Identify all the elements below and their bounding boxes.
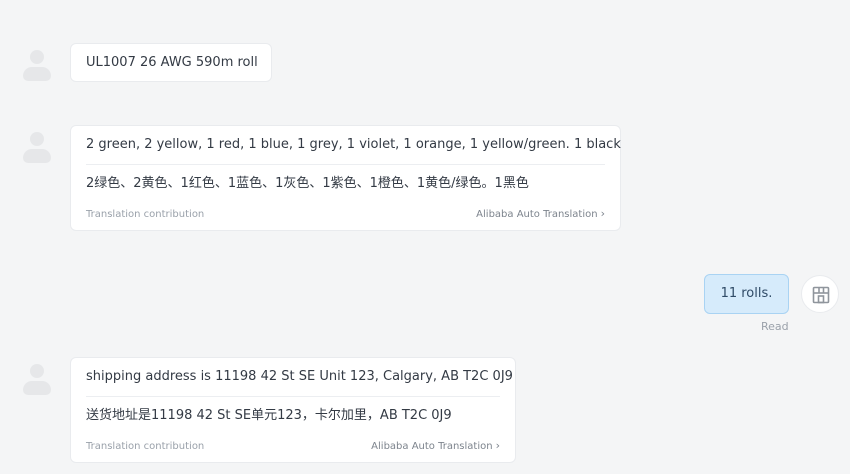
message-bubble-translated: 2 green, 2 yellow, 1 red, 1 blue, 1 grey… <box>70 125 621 231</box>
message-original-text: 2 green, 2 yellow, 1 red, 1 blue, 1 grey… <box>86 137 621 152</box>
translation-divider <box>86 164 605 165</box>
translation-footer: Translation contribution Alibaba Auto Tr… <box>86 208 605 221</box>
message-text: UL1007 26 AWG 590m roll <box>86 55 258 70</box>
auto-translation-label: Alibaba Auto Translation <box>476 209 598 220</box>
translation-divider <box>86 396 500 397</box>
contact-avatar-icon[interactable] <box>22 132 52 166</box>
store-icon[interactable] <box>801 275 839 313</box>
chevron-right-icon: › <box>600 207 605 220</box>
message-bubble: UL1007 26 AWG 590m roll <box>70 43 272 82</box>
translation-contribution-link[interactable]: Translation contribution <box>86 441 204 453</box>
contact-avatar-icon[interactable] <box>22 364 52 398</box>
message-translation-text: 2绿色、2黄色、1红色、1蓝色、1灰色、1紫色、1橙色、1黄色/绿色。1黑色 <box>86 176 529 191</box>
message-bubble-translated: shipping address is 11198 42 St SE Unit … <box>70 357 516 463</box>
read-receipt: Read <box>761 320 789 333</box>
translation-contribution-link[interactable]: Translation contribution <box>86 209 204 221</box>
auto-translation-link[interactable]: Alibaba Auto Translation › <box>476 208 605 221</box>
own-message-text: 11 rolls. <box>720 286 773 301</box>
contact-avatar-icon[interactable] <box>22 50 52 84</box>
message-translation-text: 送货地址是11198 42 St SE单元123，卡尔加里，AB T2C 0J9 <box>86 408 452 423</box>
chat-conversation: UL1007 26 AWG 590m roll 2 green, 2 yello… <box>0 0 850 474</box>
own-message-bubble: 11 rolls. <box>704 274 789 314</box>
translation-footer: Translation contribution Alibaba Auto Tr… <box>86 440 500 453</box>
message-original-text: shipping address is 11198 42 St SE Unit … <box>86 369 513 384</box>
chevron-right-icon: › <box>495 439 500 452</box>
auto-translation-label: Alibaba Auto Translation <box>371 441 493 452</box>
auto-translation-link[interactable]: Alibaba Auto Translation › <box>371 440 500 453</box>
